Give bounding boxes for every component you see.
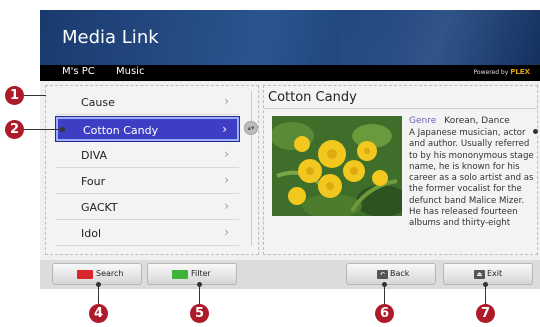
- powered-by-text: Powered by: [473, 69, 509, 76]
- callout-3-dot: [533, 129, 538, 134]
- genre-label: Genre: [409, 116, 437, 126]
- chevron-right-icon: ›: [224, 173, 229, 187]
- callout-7-dot: [483, 282, 488, 287]
- powered-by-plex: Powered by PLEX: [474, 68, 530, 76]
- callout-6-leader: [384, 285, 385, 304]
- scroll-handle-icon[interactable]: ▴▾: [244, 121, 258, 135]
- callout-2-badge: 2: [5, 120, 24, 139]
- list-item-label: DIVA: [81, 149, 108, 162]
- callout-2-dot: [60, 127, 65, 132]
- chevron-right-icon: ›: [224, 94, 229, 108]
- exit-button-label: Exit: [487, 269, 503, 278]
- genre-row: Genre Korean, Dance: [409, 116, 510, 126]
- callout-4-leader: [98, 285, 99, 304]
- list-item-label: Cotton Candy: [83, 124, 159, 137]
- callout-1-badge: 1: [5, 86, 24, 105]
- detail-divider: [264, 108, 537, 109]
- genre-value: Korean, Dance: [444, 116, 510, 126]
- list-item-label: Idol: [81, 227, 102, 240]
- chevron-right-icon: ›: [224, 225, 229, 239]
- back-icon: ↶: [377, 270, 388, 279]
- back-button-label: Back: [390, 269, 410, 278]
- exit-icon: ⏏: [474, 270, 485, 279]
- app-header: Media Link: [40, 10, 540, 65]
- list-item-cotton-candy[interactable]: Cotton Candy ›: [56, 117, 239, 141]
- callout-6-badge: 6: [375, 304, 394, 323]
- callout-5-dot: [197, 282, 202, 287]
- filter-button-label: Filter: [191, 269, 211, 278]
- detail-title: Cotton Candy: [268, 90, 357, 105]
- plex-logo: PLEX: [510, 68, 530, 76]
- list-item-label: GACKT: [81, 201, 118, 214]
- chevron-right-icon: ›: [224, 147, 229, 161]
- bottom-button-bar: Search Filter ↶ Back ⏏ Exit: [40, 260, 540, 289]
- list-item-four[interactable]: Four ›: [56, 170, 239, 194]
- filter-button[interactable]: Filter: [147, 263, 237, 285]
- back-button[interactable]: ↶ Back: [346, 263, 436, 285]
- red-key-icon: [77, 270, 93, 279]
- list-scrollbar[interactable]: [251, 91, 252, 246]
- callout-4-badge: 4: [89, 304, 108, 323]
- chevron-right-icon: ›: [224, 199, 229, 213]
- media-link-screen: Media Link M's PC Music Powered by PLEX …: [40, 10, 540, 289]
- list-item-label: Four: [81, 175, 106, 188]
- callout-5-leader: [199, 285, 200, 304]
- list-item-diva[interactable]: DIVA ›: [56, 144, 239, 168]
- callout-6-dot: [382, 282, 387, 287]
- callout-7-leader: [485, 285, 486, 304]
- nav-item-ms-pc[interactable]: M's PC: [62, 66, 95, 77]
- list-item-idol[interactable]: Idol ›: [56, 222, 239, 246]
- list-item-label: Cause: [81, 96, 115, 109]
- callout-5-badge: 5: [190, 304, 209, 323]
- breadcrumb-nav: M's PC Music Powered by PLEX: [40, 65, 540, 81]
- nav-item-music[interactable]: Music: [116, 66, 144, 77]
- artist-photo: [272, 116, 402, 216]
- chevron-right-icon: ›: [222, 122, 227, 136]
- artist-detail-panel: Cotton Candy Genre Korean, Dance A Japan…: [263, 85, 538, 255]
- callout-2-leader: [24, 129, 62, 130]
- green-key-icon: [172, 270, 188, 279]
- list-item-cause[interactable]: Cause ›: [56, 91, 239, 115]
- callout-4-dot: [96, 282, 101, 287]
- exit-button[interactable]: ⏏ Exit: [443, 263, 533, 285]
- callout-1-leader: [24, 95, 46, 96]
- search-button-label: Search: [96, 269, 124, 278]
- app-title: Media Link: [62, 27, 159, 48]
- artist-list-panel: Cause › Cotton Candy › DIVA › Four › GAC…: [45, 85, 259, 255]
- artist-bio: A Japanese musician, actor and author. U…: [409, 128, 534, 229]
- callout-7-badge: 7: [476, 304, 495, 323]
- flower-photo-image: [272, 116, 402, 216]
- list-item-gackt[interactable]: GACKT ›: [56, 196, 239, 220]
